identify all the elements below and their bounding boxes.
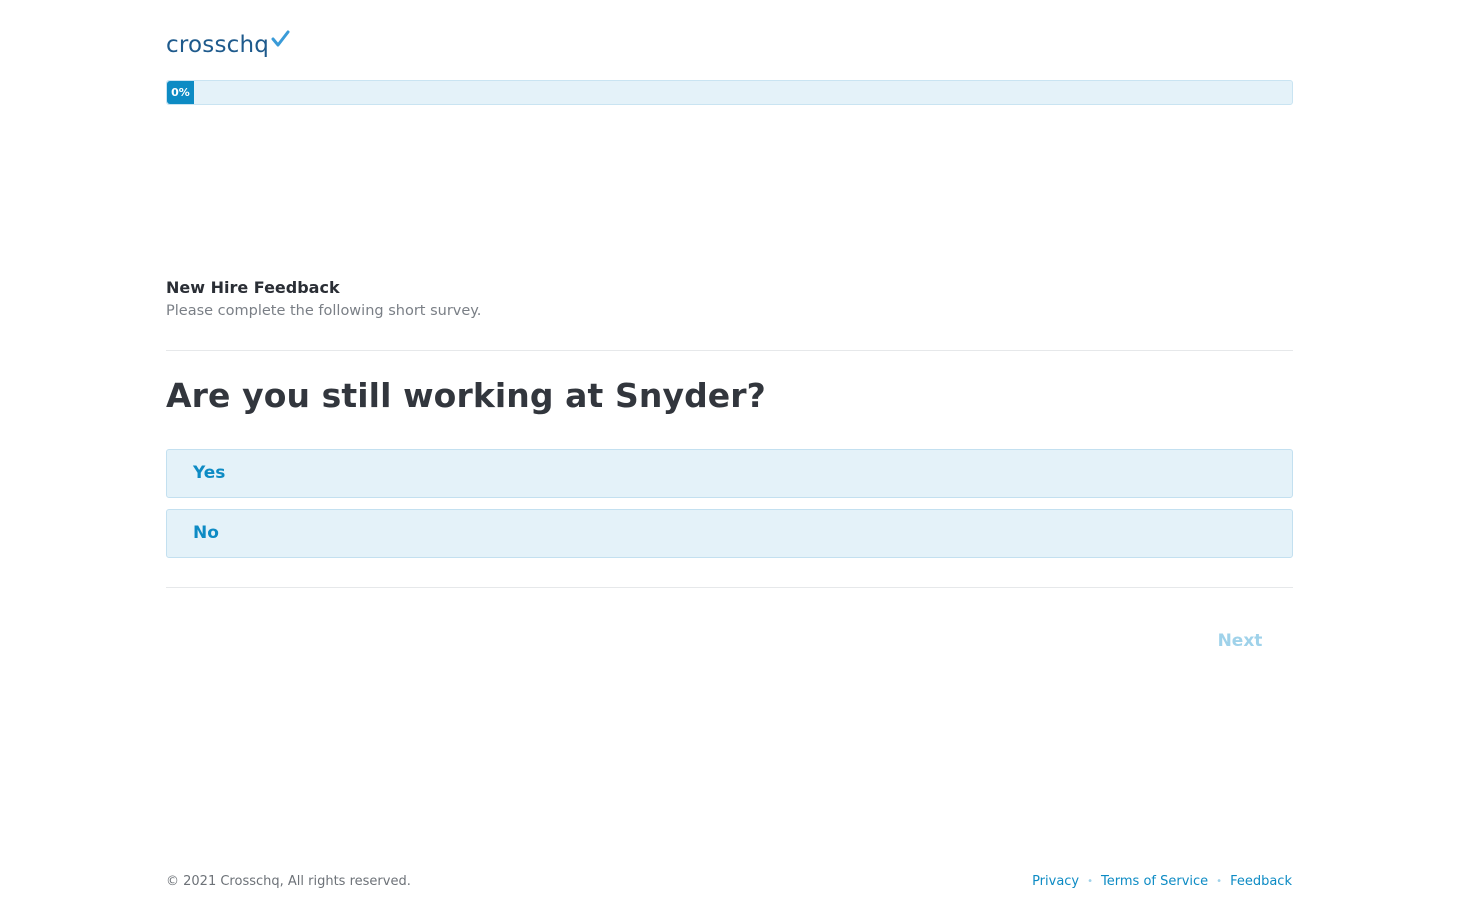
crosschq-logo[interactable]: crosschq <box>166 28 290 62</box>
privacy-link[interactable]: Privacy <box>1032 874 1079 889</box>
footer-separator: • <box>1087 876 1094 887</box>
option-no-button[interactable]: No <box>166 509 1293 558</box>
header-divider <box>166 350 1293 351</box>
footer-separator: • <box>1216 876 1223 887</box>
option-yes-button[interactable]: Yes <box>166 449 1293 498</box>
footer-links: Privacy • Terms of Service • Feedback <box>1032 874 1292 889</box>
terms-of-service-link[interactable]: Terms of Service <box>1101 874 1208 889</box>
checkmark-icon <box>271 30 290 47</box>
copyright-text: © 2021 Crosschq, All rights reserved. <box>166 874 411 889</box>
survey-page: crosschq 0% New Hire Feedback Please com… <box>0 0 1458 918</box>
progress-fill: 0% <box>167 81 194 104</box>
question-text: Are you still working at Snyder? <box>166 376 766 415</box>
next-button[interactable]: Next <box>1200 622 1280 660</box>
progress-bar: 0% <box>166 80 1293 105</box>
progress-label: 0% <box>171 86 190 99</box>
survey-subtitle: Please complete the following short surv… <box>166 303 482 319</box>
options-divider <box>166 587 1293 588</box>
feedback-link[interactable]: Feedback <box>1230 874 1292 889</box>
survey-title: New Hire Feedback <box>166 278 340 297</box>
logo-wordmark: crosschq <box>166 32 270 58</box>
option-label: Yes <box>193 463 226 483</box>
option-label: No <box>193 523 219 543</box>
